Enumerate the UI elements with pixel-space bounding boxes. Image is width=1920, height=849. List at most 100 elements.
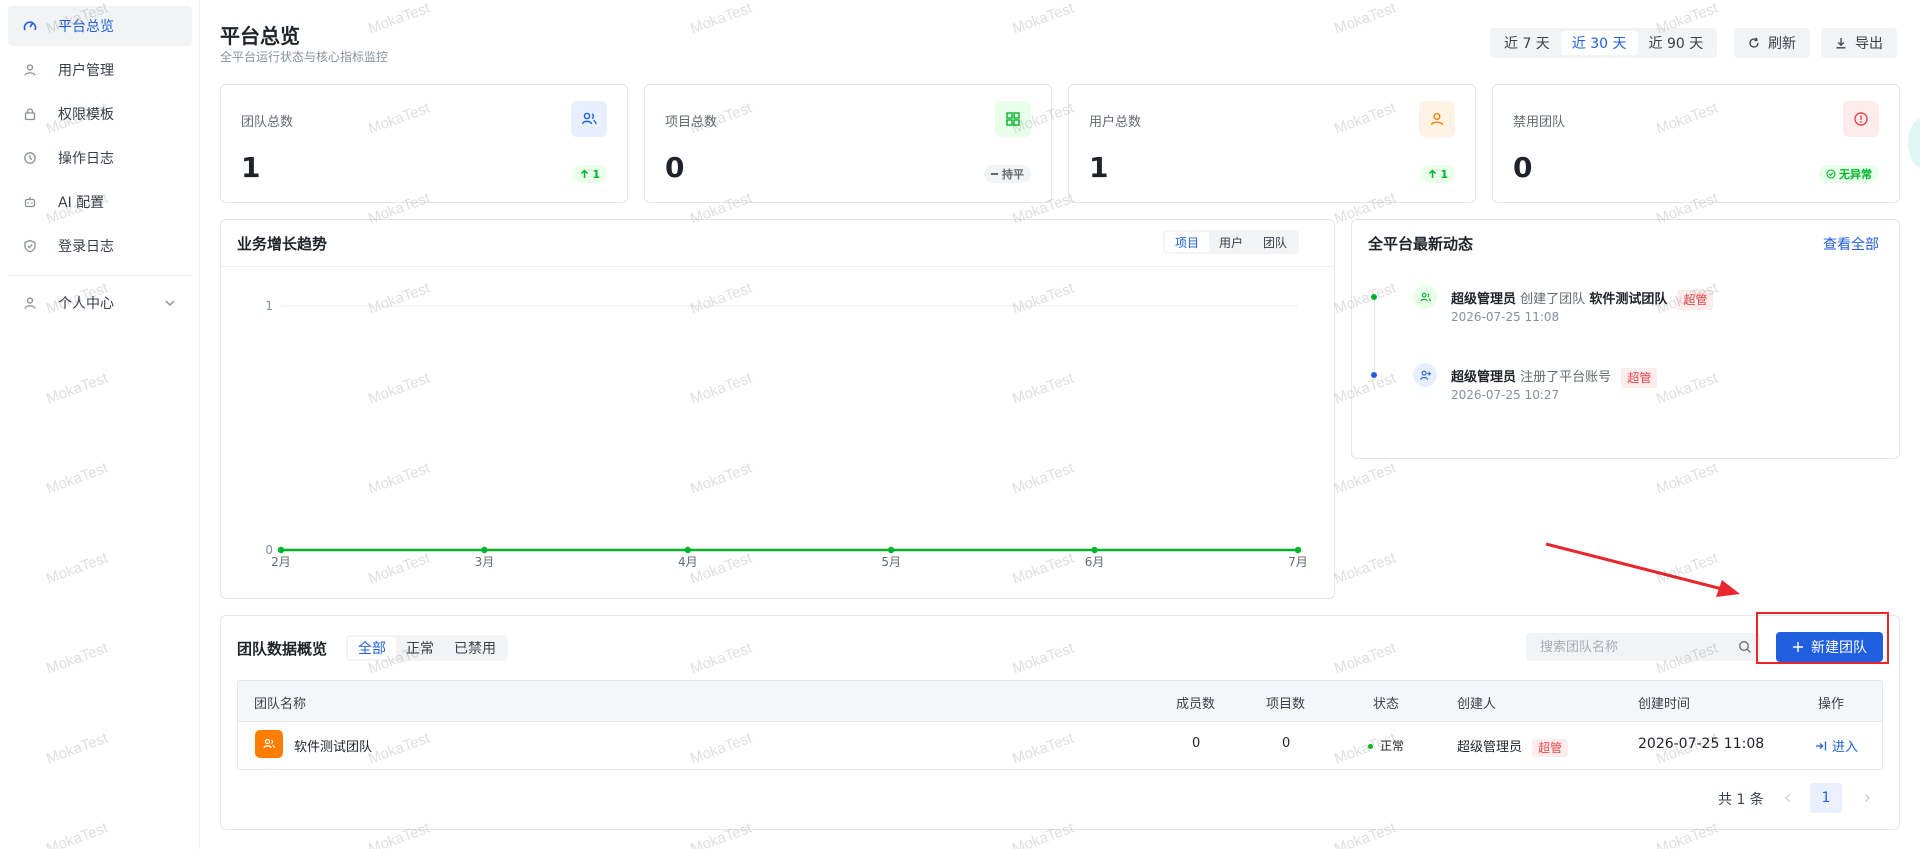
column-header: 团队名称 xyxy=(254,697,307,712)
watermark-text: MokaTest xyxy=(1332,549,1399,588)
column-header: 创建人 xyxy=(1457,697,1497,712)
sidebar-item-ai-config[interactable]: AI 配置 xyxy=(8,182,192,222)
column-header: 状态 xyxy=(1373,697,1400,712)
timeline-dot xyxy=(1371,294,1377,300)
enter-team-link[interactable]: 进入 xyxy=(1815,736,1858,755)
x-tick-label: 6月 xyxy=(1085,555,1105,569)
user-add-icon xyxy=(1413,363,1437,387)
sidebar-item-login-log[interactable]: 登录日志 xyxy=(8,226,192,266)
search-input[interactable] xyxy=(1526,633,1760,661)
trend-up-badge: 1 xyxy=(1421,165,1455,183)
role-tag: 超管 xyxy=(1677,289,1714,310)
stat-value: 1 xyxy=(241,151,261,184)
timeline-dot xyxy=(1371,372,1377,378)
x-tick-label: 2月 xyxy=(271,555,291,569)
page-subtitle: 全平台运行状态与核心指标监控 xyxy=(220,50,389,64)
activity-time: 2026-07-25 11:08 xyxy=(1451,310,1560,324)
status-ok-badge: 无异常 xyxy=(1819,165,1879,183)
team-table: 团队名称 成员数 项目数 状态 创建人 创建时间 操作 软件测试团队 0 0 正… xyxy=(237,680,1883,770)
team-overview-title: 团队数据概览 xyxy=(237,640,328,658)
view-all-link[interactable]: 查看全部 xyxy=(1823,234,1879,254)
y-tick-label: 1 xyxy=(265,299,273,313)
table-header: 团队名称 成员数 项目数 状态 创建人 创建时间 操作 xyxy=(238,681,1882,722)
robot-icon xyxy=(22,194,38,210)
check-circle-icon xyxy=(1826,169,1836,179)
column-header: 成员数 xyxy=(1176,697,1216,712)
data-point xyxy=(684,546,691,554)
watermark-text: MokaTest xyxy=(688,0,755,38)
trend-flat-badge: 持平 xyxy=(984,165,1031,183)
edge-decoration xyxy=(1908,118,1920,168)
sidebar-item-label: 用户管理 xyxy=(58,63,114,79)
member-count: 0 xyxy=(1192,736,1201,751)
refresh-label: 刷新 xyxy=(1768,36,1796,52)
sidebar-item-label: 权限模板 xyxy=(58,107,114,123)
range-90-days[interactable]: 近 90 天 xyxy=(1638,31,1715,55)
chevron-down-icon[interactable] xyxy=(162,295,178,311)
watermark-text: MokaTest xyxy=(1010,0,1077,38)
created-time: 2026-07-25 11:08 xyxy=(1638,736,1765,752)
alert-icon xyxy=(1843,101,1879,137)
trend-line-chart: 012月 3月 4月 5月 6月 7月 xyxy=(265,299,1308,569)
stat-value: 0 xyxy=(1513,151,1533,184)
stat-card-users: 用户总数 1 1 xyxy=(1068,84,1476,203)
sidebar-item-label: 操作日志 xyxy=(58,151,114,167)
trend-card: 业务增长趋势 项目 用户 团队 0 1 2月 3月 4月 5月 6月 7月 xyxy=(220,219,1335,599)
filter-disabled[interactable]: 已禁用 xyxy=(444,637,506,659)
sidebar-item-operation-log[interactable]: 操作日志 xyxy=(8,138,192,178)
x-tick-label: 4月 xyxy=(678,555,698,569)
column-header: 操作 xyxy=(1818,697,1845,712)
data-point xyxy=(481,546,488,554)
data-point xyxy=(277,546,285,554)
range-30-days[interactable]: 近 30 天 xyxy=(1560,31,1638,55)
watermark-text: MokaTest xyxy=(1654,549,1721,588)
activity-text: 超级管理员 创建了团队 软件测试团队 超管 xyxy=(1451,288,1714,310)
user-icon xyxy=(22,295,38,311)
export-button[interactable]: 导出 xyxy=(1821,28,1897,58)
project-count: 0 xyxy=(1282,736,1291,751)
stat-label: 项目总数 xyxy=(665,115,718,130)
filter-normal[interactable]: 正常 xyxy=(396,637,444,659)
team-name: 软件测试团队 xyxy=(294,740,373,755)
user-icon xyxy=(22,62,38,78)
pagination-total: 共 1 条 xyxy=(1718,792,1764,808)
column-header: 项目数 xyxy=(1266,697,1306,712)
activity-title: 全平台最新动态 xyxy=(1368,235,1474,253)
role-tag: 超管 xyxy=(1621,367,1658,388)
sidebar-divider xyxy=(8,275,192,276)
data-point xyxy=(888,546,895,554)
role-tag: 超管 xyxy=(1532,738,1569,757)
app-root: 平台总览 用户管理 权限模板 操作日志 AI 配置 登录日志 个人中心 平台总览… xyxy=(0,0,1920,849)
stat-label: 用户总数 xyxy=(1089,115,1142,130)
pagination-page[interactable]: 1 xyxy=(1810,783,1842,813)
page-title: 平台总览 xyxy=(220,24,300,48)
filter-all[interactable]: 全部 xyxy=(348,637,396,659)
dashboard-icon xyxy=(22,18,38,34)
chevron-left-icon[interactable] xyxy=(1778,788,1798,808)
sidebar-item-label: 个人中心 xyxy=(58,296,114,312)
lock-icon xyxy=(22,106,38,122)
team-icon xyxy=(571,101,607,137)
sidebar-item-dashboard[interactable]: 平台总览 xyxy=(8,6,192,46)
sidebar-item-label: 登录日志 xyxy=(58,239,114,255)
sidebar-item-label: AI 配置 xyxy=(58,195,105,211)
status-dot xyxy=(1368,744,1373,749)
dash-icon xyxy=(991,173,998,175)
stat-label: 禁用团队 xyxy=(1513,115,1566,130)
creator: 超级管理员 超管 xyxy=(1457,736,1569,757)
status-badge: 正常 xyxy=(1368,737,1404,754)
team-icon xyxy=(1413,285,1437,309)
team-avatar xyxy=(255,730,283,758)
data-point xyxy=(1294,546,1302,554)
watermark-text: MokaTest xyxy=(1654,459,1721,498)
search-icon[interactable] xyxy=(1738,640,1752,654)
sidebar-item-profile[interactable]: 个人中心 xyxy=(8,283,192,323)
sidebar-item-users[interactable]: 用户管理 xyxy=(8,50,192,90)
x-tick-label: 7月 xyxy=(1288,555,1308,569)
x-tick-label: 3月 xyxy=(475,555,495,569)
chevron-right-icon[interactable] xyxy=(1857,788,1877,808)
watermark-text: MokaTest xyxy=(1332,0,1399,38)
sidebar-item-permissions[interactable]: 权限模板 xyxy=(8,94,192,134)
range-7-days[interactable]: 近 7 天 xyxy=(1493,31,1561,55)
refresh-button[interactable]: 刷新 xyxy=(1734,28,1810,58)
